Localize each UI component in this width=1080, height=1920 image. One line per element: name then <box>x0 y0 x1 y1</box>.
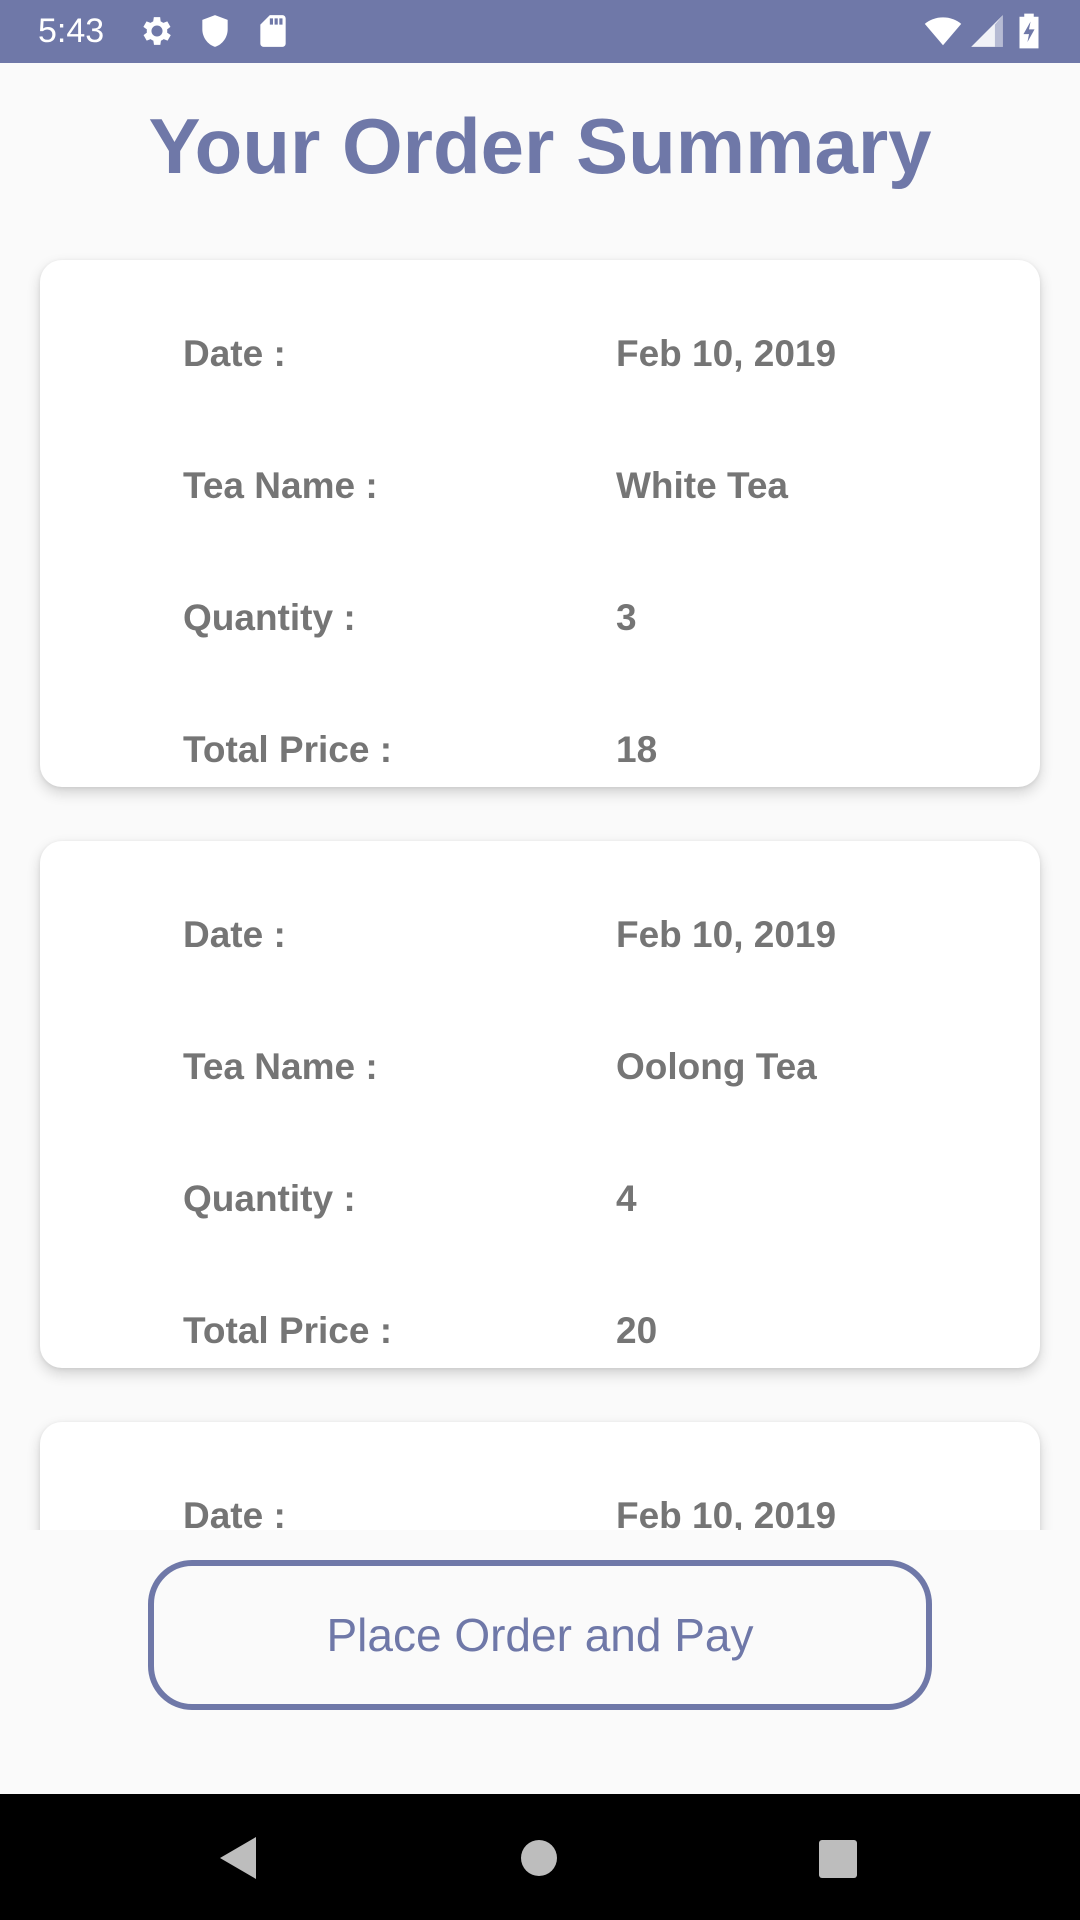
recents-icon[interactable] <box>818 1839 858 1879</box>
navigation-bar <box>0 1794 1080 1920</box>
date-value: Feb 10, 2019 <box>616 333 837 374</box>
wifi-icon <box>922 12 964 50</box>
total-price-value: 18 <box>616 729 658 770</box>
date-value: Feb 10, 2019 <box>616 1495 837 1530</box>
date-label: Date : <box>183 914 286 955</box>
tea-name-label: Tea Name : <box>183 465 378 506</box>
cellular-signal-icon <box>968 12 1006 50</box>
order-total-price-row: Total Price : 18 <box>40 725 1040 775</box>
order-card: Date : Feb 10, 2019 <box>40 1422 1040 1530</box>
quantity-value: 3 <box>616 597 637 638</box>
order-quantity-row: Quantity : 3 <box>40 593 1040 643</box>
tea-name-value: Oolong Tea <box>616 1046 817 1087</box>
order-quantity-row: Quantity : 4 <box>40 1174 1040 1224</box>
place-order-button[interactable]: Place Order and Pay <box>148 1560 932 1710</box>
total-price-label: Total Price : <box>183 729 393 770</box>
sd-card-icon <box>254 12 292 50</box>
home-icon[interactable] <box>520 1839 558 1877</box>
order-tea-row: Tea Name : White Tea <box>40 461 1040 511</box>
status-time: 5:43 <box>38 12 105 50</box>
order-date-row: Date : Feb 10, 2019 <box>40 329 1040 379</box>
order-list[interactable]: Date : Feb 10, 2019 Tea Name : White Tea… <box>0 240 1080 1530</box>
quantity-label: Quantity : <box>183 1178 356 1219</box>
back-icon[interactable] <box>216 1835 260 1881</box>
date-label: Date : <box>183 1495 286 1530</box>
page-title: Your Order Summary <box>148 102 932 190</box>
order-date-row: Date : Feb 10, 2019 <box>40 910 1040 960</box>
order-date-row: Date : Feb 10, 2019 <box>40 1491 1040 1530</box>
order-total-price-row: Total Price : 20 <box>40 1306 1040 1356</box>
order-card: Date : Feb 10, 2019 Tea Name : Oolong Te… <box>40 841 1040 1368</box>
quantity-value: 4 <box>616 1178 637 1219</box>
date-value: Feb 10, 2019 <box>616 914 837 955</box>
battery-charging-icon <box>1012 12 1046 50</box>
tea-name-value: White Tea <box>616 465 788 506</box>
order-tea-row: Tea Name : Oolong Tea <box>40 1042 1040 1092</box>
status-bar: 5:43 <box>0 0 1080 63</box>
tea-name-label: Tea Name : <box>183 1046 378 1087</box>
quantity-label: Quantity : <box>183 597 356 638</box>
date-label: Date : <box>183 333 286 374</box>
total-price-label: Total Price : <box>183 1310 393 1351</box>
total-price-value: 20 <box>616 1310 658 1351</box>
gear-icon <box>138 12 176 50</box>
order-card: Date : Feb 10, 2019 Tea Name : White Tea… <box>40 260 1040 787</box>
shield-icon <box>196 12 234 50</box>
